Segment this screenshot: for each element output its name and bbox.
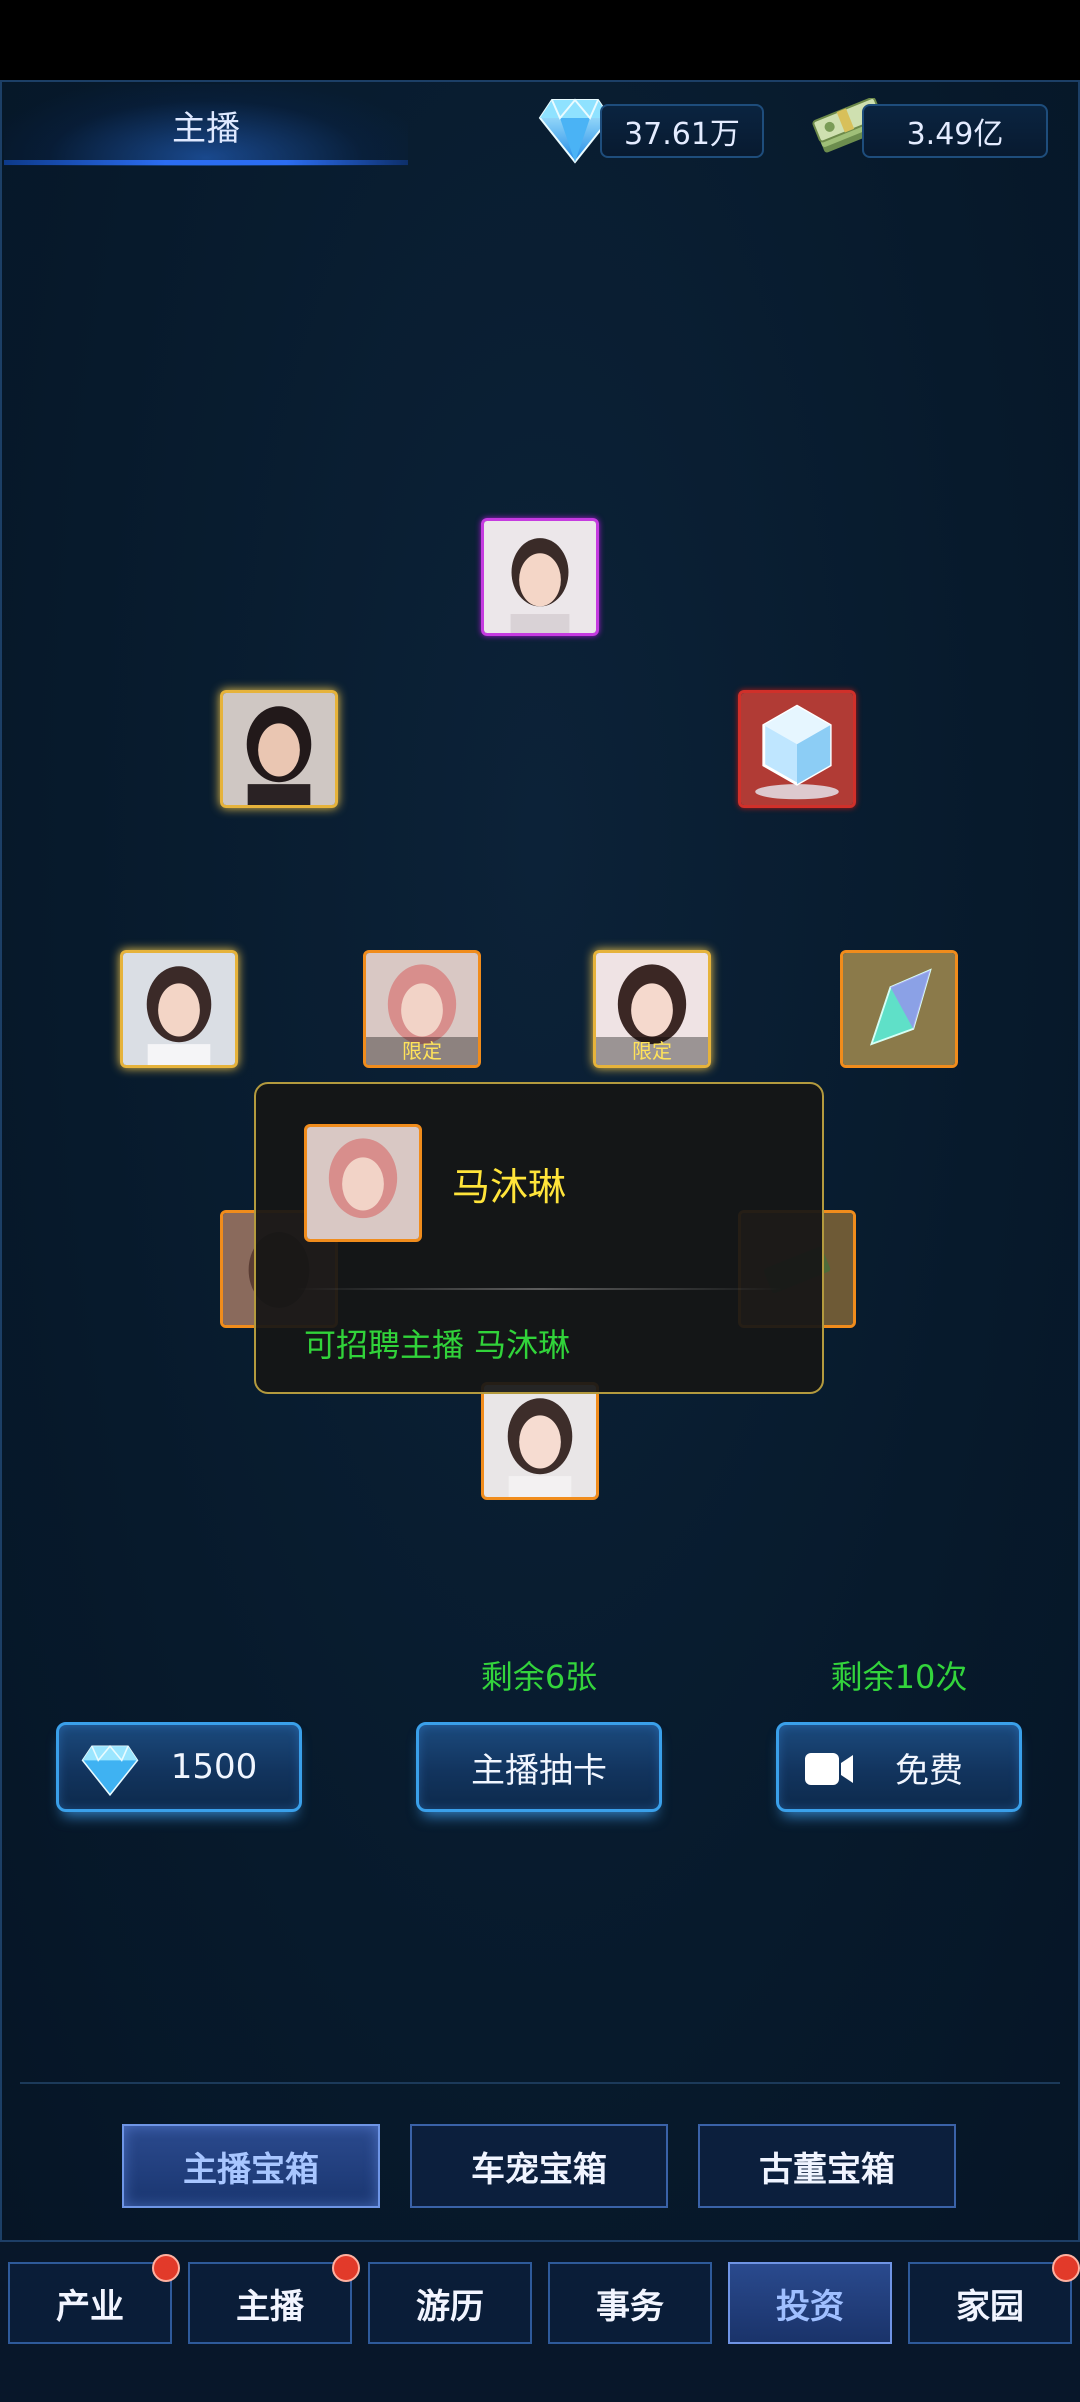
- anchor-portrait: [484, 1385, 596, 1497]
- popup-divider: [296, 1288, 782, 1290]
- remaining-cards-text: 剩余6张: [480, 1658, 598, 1696]
- anchor-portrait: [484, 521, 596, 633]
- chest-tab-label: 主播宝箱: [183, 2149, 319, 2190]
- popup-anchor-name: 马沐琳: [452, 1165, 567, 1209]
- ice-cube-icon: [741, 693, 853, 805]
- prize-card-row3-1[interactable]: [120, 950, 238, 1068]
- prize-card-left-upper[interactable]: [220, 690, 338, 808]
- tab-anchor-chest[interactable]: 主播宝箱: [122, 2124, 380, 2208]
- cash-balance: 3.49亿: [862, 104, 1048, 158]
- prize-card-bottom[interactable]: [481, 1382, 599, 1500]
- prize-card-right-upper[interactable]: [738, 690, 856, 808]
- anchor-portrait: [223, 693, 335, 805]
- nav-label: 主播: [236, 2286, 304, 2327]
- limited-badge: 限定: [596, 1037, 708, 1065]
- section-divider: [20, 2082, 1060, 2084]
- nav-anchor[interactable]: 主播: [188, 2262, 352, 2344]
- nav-invest[interactable]: 投资: [728, 2262, 892, 2344]
- nav-label: 游历: [416, 2286, 484, 2327]
- anchor-draw-label: 主播抽卡: [471, 1750, 607, 1791]
- notification-badge: [152, 2254, 180, 2282]
- prize-card-top[interactable]: [481, 518, 599, 636]
- nav-label: 产业: [56, 2286, 124, 2327]
- gem-balance-value: 37.61万: [624, 117, 740, 152]
- prize-card-row3-3[interactable]: 限定: [593, 950, 711, 1068]
- video-camera-icon: [805, 1753, 853, 1785]
- nav-label: 投资: [776, 2286, 844, 2327]
- notification-badge: [1052, 2254, 1080, 2282]
- notification-badge: [332, 2254, 360, 2282]
- prize-card-row3-2[interactable]: 限定: [363, 950, 481, 1068]
- gem-balance: 37.61万: [600, 104, 764, 158]
- tab-underline: [4, 160, 408, 165]
- diamond-icon: [81, 1745, 139, 1797]
- nav-home[interactable]: 家园: [908, 2262, 1072, 2344]
- nav-travel[interactable]: 游历: [368, 2262, 532, 2344]
- tab-car-pet-chest[interactable]: 车宠宝箱: [410, 2124, 668, 2208]
- tab-anchor-label: 主播: [172, 108, 240, 149]
- prize-card-row3-4[interactable]: [840, 950, 958, 1068]
- popup-description: 可招聘主播 马沐琳: [304, 1326, 571, 1364]
- anchor-portrait: [307, 1127, 419, 1239]
- cash-balance-value: 3.49亿: [906, 117, 1004, 152]
- nav-label: 家园: [956, 2286, 1024, 2327]
- chest-tab-label: 古董宝箱: [759, 2149, 895, 2190]
- nav-label: 事务: [596, 2286, 664, 2327]
- popup-portrait: [304, 1124, 422, 1242]
- tab-antique-chest[interactable]: 古董宝箱: [698, 2124, 956, 2208]
- chest-tab-label: 车宠宝箱: [471, 2149, 607, 2190]
- status-bar: [0, 0, 1080, 80]
- free-draw-button[interactable]: 免费: [776, 1722, 1022, 1812]
- limited-badge: 限定: [366, 1037, 478, 1065]
- crystal-icon: [843, 953, 955, 1065]
- anchor-portrait: [123, 953, 235, 1065]
- nav-industry[interactable]: 产业: [8, 2262, 172, 2344]
- reward-tooltip: 马沐琳 可招聘主播 马沐琳: [254, 1082, 824, 1394]
- gem-draw-button[interactable]: 1500: [56, 1722, 302, 1812]
- anchor-draw-button[interactable]: 主播抽卡: [416, 1722, 662, 1812]
- free-draw-label: 免费: [895, 1750, 963, 1791]
- nav-affairs[interactable]: 事务: [548, 2262, 712, 2344]
- remaining-free-text: 剩余10次: [830, 1658, 968, 1696]
- tab-anchor[interactable]: 主播: [4, 84, 408, 166]
- gem-draw-cost: 1500: [170, 1747, 258, 1787]
